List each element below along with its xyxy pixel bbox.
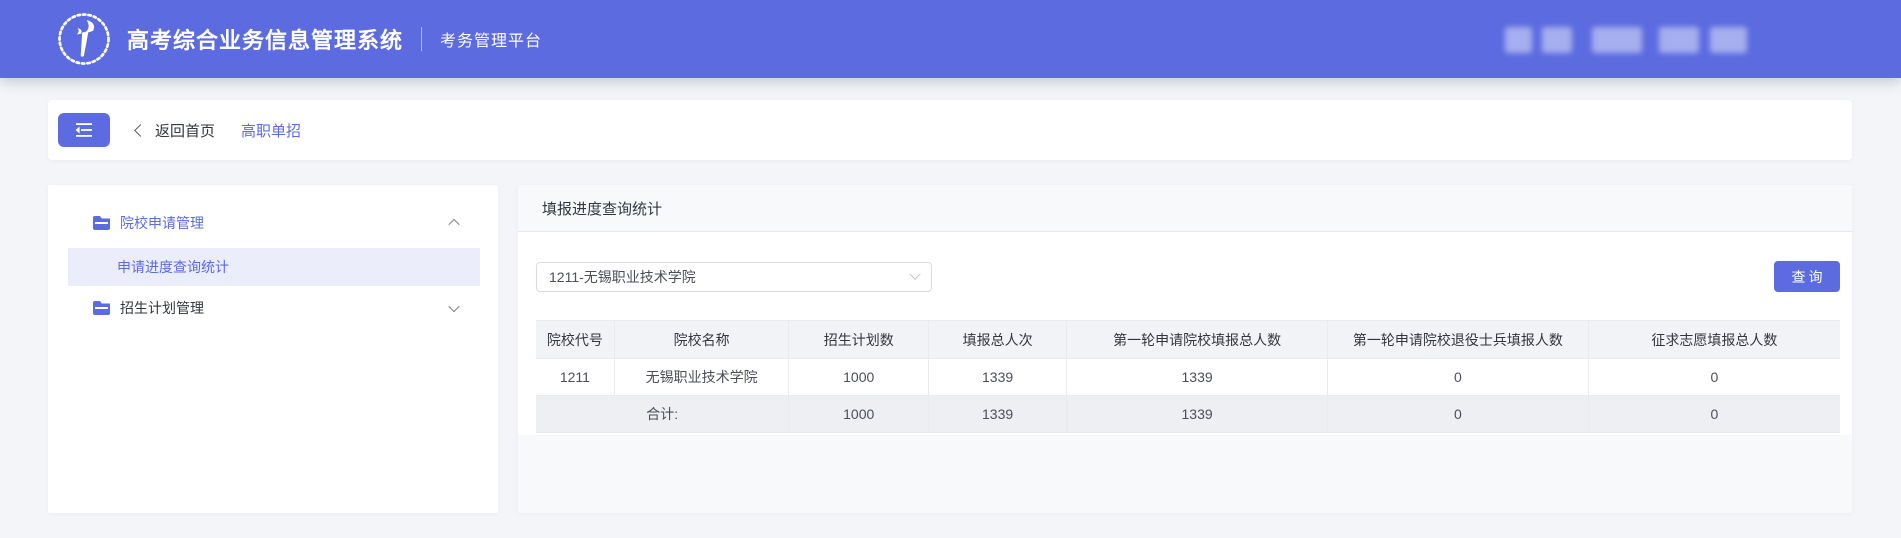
redacted-block bbox=[1542, 27, 1572, 53]
user-info-redacted bbox=[1505, 27, 1747, 53]
sidebar-item-college-application[interactable]: 院校申请管理 bbox=[48, 203, 498, 243]
total-supplementary: 0 bbox=[1588, 395, 1840, 433]
sidebar-item-enrollment-plan[interactable]: 招生计划管理 bbox=[48, 288, 498, 328]
table-row: 1211 无锡职业技术学院 1000 1339 1339 0 0 bbox=[536, 358, 1840, 396]
back-to-home-link[interactable]: 返回首页 bbox=[134, 120, 216, 141]
col-header: 填报总人次 bbox=[928, 320, 1068, 359]
chevron-down-icon bbox=[448, 300, 460, 313]
total-plan-count: 1000 bbox=[788, 395, 929, 433]
cell-total-submissions: 1339 bbox=[928, 358, 1068, 396]
cell-college-name: 无锡职业技术学院 bbox=[614, 358, 790, 396]
cell-round1-total: 1339 bbox=[1066, 358, 1328, 396]
folder-icon bbox=[93, 216, 110, 230]
chevron-up-icon bbox=[448, 218, 460, 231]
menu-label: 申请进度查询统计 bbox=[117, 259, 229, 275]
page-title: 填报进度查询统计 bbox=[518, 185, 1852, 232]
breadcrumb-bar: 返回首页 高职单招 bbox=[48, 100, 1852, 160]
back-link-label: 返回首页 bbox=[155, 122, 216, 140]
content-area: 院校申请管理 申请进度查询统计 招生计划管理 填报进度查询统计 1211-无锡职… bbox=[0, 160, 1901, 513]
total-round1-veterans: 0 bbox=[1327, 395, 1589, 433]
redacted-block bbox=[1592, 27, 1642, 53]
app-title: 高考综合业务信息管理系统 bbox=[127, 28, 404, 53]
table-header-row: 院校代号 院校名称 招生计划数 填报总人次 第一轮申请院校填报总人数 第一轮申请… bbox=[536, 320, 1840, 359]
sidebar: 院校申请管理 申请进度查询统计 招生计划管理 bbox=[48, 185, 498, 513]
cell-plan-count: 1000 bbox=[788, 358, 929, 396]
col-header: 招生计划数 bbox=[788, 320, 929, 359]
col-header: 征求志愿填报总人数 bbox=[1588, 320, 1840, 359]
menu-label: 招生计划管理 bbox=[120, 300, 204, 316]
progress-stats-table: 院校代号 院校名称 招生计划数 填报总人次 第一轮申请院校填报总人数 第一轮申请… bbox=[536, 320, 1840, 433]
cell-college-code: 1211 bbox=[536, 358, 615, 396]
cell-supplementary-total: 0 bbox=[1588, 358, 1840, 396]
app-subtitle: 考务管理平台 bbox=[440, 33, 543, 50]
sidebar-collapse-button[interactable] bbox=[58, 113, 110, 147]
breadcrumb-current-tab[interactable]: 高职单招 bbox=[241, 120, 301, 141]
chevron-down-icon bbox=[909, 268, 921, 280]
col-header: 院校代号 bbox=[536, 320, 615, 359]
col-header: 第一轮申请院校退役士兵填报人数 bbox=[1327, 320, 1589, 359]
menu-label: 院校申请管理 bbox=[120, 215, 204, 231]
school-select-value: 1211-无锡职业技术学院 bbox=[549, 268, 696, 285]
table-total-row: 合计: 1000 1339 1339 0 0 bbox=[536, 395, 1840, 433]
redacted-block bbox=[1659, 27, 1699, 53]
torch-emblem-icon bbox=[58, 13, 110, 65]
query-button[interactable]: 查询 bbox=[1774, 261, 1840, 292]
school-select[interactable]: 1211-无锡职业技术学院 bbox=[536, 261, 932, 292]
main-panel: 填报进度查询统计 1211-无锡职业技术学院 查询 院校代号 院校名称 招生计划… bbox=[518, 185, 1852, 513]
menu-fold-icon bbox=[75, 123, 92, 137]
chevron-left-icon bbox=[134, 123, 147, 137]
panel-body: 1211-无锡职业技术学院 查询 院校代号 院校名称 招生计划数 填报总人次 第… bbox=[518, 232, 1852, 435]
redacted-block bbox=[1710, 27, 1747, 53]
col-header: 第一轮申请院校填报总人数 bbox=[1066, 320, 1328, 359]
col-header: 院校名称 bbox=[614, 320, 790, 359]
title-divider bbox=[421, 27, 423, 51]
folder-icon bbox=[93, 301, 110, 315]
controls-row: 1211-无锡职业技术学院 查询 bbox=[536, 261, 1840, 292]
sidebar-item-application-progress[interactable]: 申请进度查询统计 bbox=[68, 248, 480, 286]
cell-round1-veterans: 0 bbox=[1327, 358, 1589, 396]
total-round1: 1339 bbox=[1066, 395, 1328, 433]
total-label: 合计: bbox=[536, 395, 790, 433]
redacted-block bbox=[1505, 27, 1532, 53]
total-submissions: 1339 bbox=[928, 395, 1068, 433]
app-header: 高考综合业务信息管理系统 考务管理平台 bbox=[0, 0, 1901, 78]
